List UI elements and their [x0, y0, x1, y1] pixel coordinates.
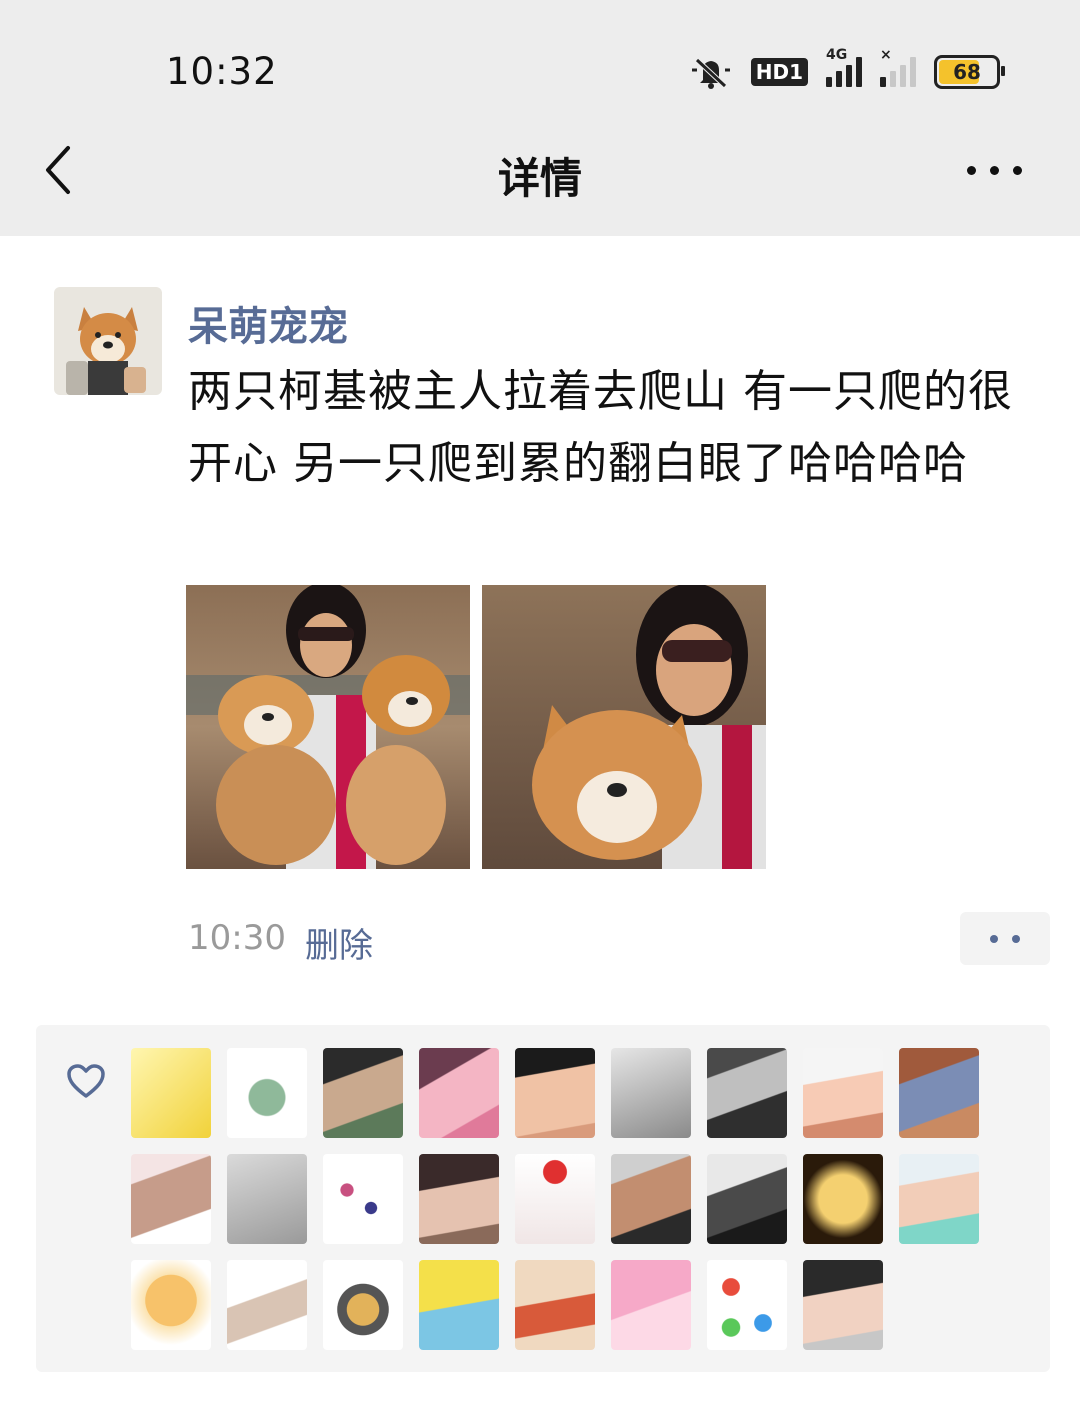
liker-avatar[interactable] [515, 1260, 595, 1350]
mute-bell-icon [689, 54, 733, 90]
liker-avatar[interactable] [131, 1048, 211, 1138]
liker-avatar-image [131, 1154, 211, 1244]
liker-avatar-image [419, 1048, 499, 1138]
dot-icon [967, 166, 976, 175]
dot-icon [1013, 166, 1022, 175]
liker-avatar-image [419, 1260, 499, 1350]
delete-link[interactable]: 删除 [305, 918, 373, 967]
network-label: 4G [826, 47, 848, 63]
liker-avatar[interactable] [323, 1260, 403, 1350]
liker-avatar-image [803, 1154, 883, 1244]
liker-avatar[interactable] [707, 1260, 787, 1350]
hd-icon: HD1 [750, 58, 808, 86]
dot-icon [1012, 934, 1020, 943]
liker-avatar-grid [131, 1048, 1001, 1350]
like-comment-button[interactable] [960, 912, 1050, 965]
liker-avatar[interactable] [419, 1260, 499, 1350]
status-icons: HD1 4G × 68 [689, 47, 1005, 92]
signal-empty-icon: × [880, 47, 916, 87]
post-time: 10:30 [188, 918, 286, 958]
liker-avatar[interactable] [803, 1260, 883, 1350]
liker-avatar-image [611, 1048, 691, 1138]
liker-avatar-image [707, 1154, 787, 1244]
liker-avatar-image [323, 1154, 403, 1244]
liker-avatar[interactable] [611, 1154, 691, 1244]
liker-avatar-image [419, 1154, 499, 1244]
liker-avatar[interactable] [707, 1048, 787, 1138]
liker-avatar-image [803, 1048, 883, 1138]
liker-avatar[interactable] [803, 1154, 883, 1244]
liker-avatar-image [899, 1048, 979, 1138]
liker-avatar-image [323, 1048, 403, 1138]
liker-avatar-image [515, 1154, 595, 1244]
liker-avatar-image [227, 1260, 307, 1350]
liker-avatar-image [323, 1260, 403, 1350]
liker-avatar[interactable] [227, 1048, 307, 1138]
liker-avatar[interactable] [131, 1260, 211, 1350]
liker-avatar[interactable] [611, 1260, 691, 1350]
liker-avatar[interactable] [803, 1048, 883, 1138]
author-name[interactable]: 呆萌宠宠 [188, 294, 348, 352]
liker-avatar[interactable] [227, 1154, 307, 1244]
liker-avatar[interactable] [899, 1154, 979, 1244]
liker-avatar-image [899, 1154, 979, 1244]
liker-avatar-image [131, 1048, 211, 1138]
liker-avatar[interactable] [419, 1154, 499, 1244]
liker-avatar-image [227, 1048, 307, 1138]
page-title: 详情 [497, 154, 582, 203]
dot-icon [990, 166, 999, 175]
post-text: 两只柯基被主人拉着去爬山 有一只爬的很开心 另一只爬到累的翻白眼了哈哈哈哈 [188, 366, 1013, 489]
post-photo-1[interactable] [186, 585, 470, 869]
liker-avatar[interactable] [323, 1048, 403, 1138]
liker-avatar-image [803, 1260, 883, 1350]
liker-avatar[interactable] [419, 1048, 499, 1138]
battery-icon: 68 [934, 55, 1005, 89]
liker-avatar[interactable] [707, 1154, 787, 1244]
liker-avatar[interactable] [515, 1048, 595, 1138]
liker-avatar[interactable] [227, 1260, 307, 1350]
post-photo-2[interactable] [482, 585, 766, 869]
status-time: 10:32 [166, 50, 278, 93]
liker-avatar-image [515, 1260, 595, 1350]
liker-avatar-image [707, 1260, 787, 1350]
liker-avatar-image [131, 1260, 211, 1350]
liker-avatar-image [611, 1154, 691, 1244]
corgis-woman-photo [186, 585, 470, 869]
author-avatar[interactable] [54, 287, 162, 395]
liker-avatar[interactable] [899, 1048, 979, 1138]
battery-level: 68 [953, 60, 981, 84]
liker-avatar[interactable] [323, 1154, 403, 1244]
dot-icon [990, 934, 998, 943]
liker-avatar-image [227, 1154, 307, 1244]
liker-avatar[interactable] [131, 1154, 211, 1244]
shiba-avatar-image [54, 287, 162, 395]
signal-4g-icon: 4G [826, 47, 862, 87]
heart-icon [66, 1063, 106, 1099]
likes-panel [36, 1025, 1050, 1372]
corgi-closeup-photo [482, 585, 766, 869]
liker-avatar-image [611, 1260, 691, 1350]
liker-avatar[interactable] [611, 1048, 691, 1138]
liker-avatar-image [707, 1048, 787, 1138]
liker-avatar-image [515, 1048, 595, 1138]
more-options-button[interactable] [967, 166, 1022, 175]
liker-avatar[interactable] [515, 1154, 595, 1244]
